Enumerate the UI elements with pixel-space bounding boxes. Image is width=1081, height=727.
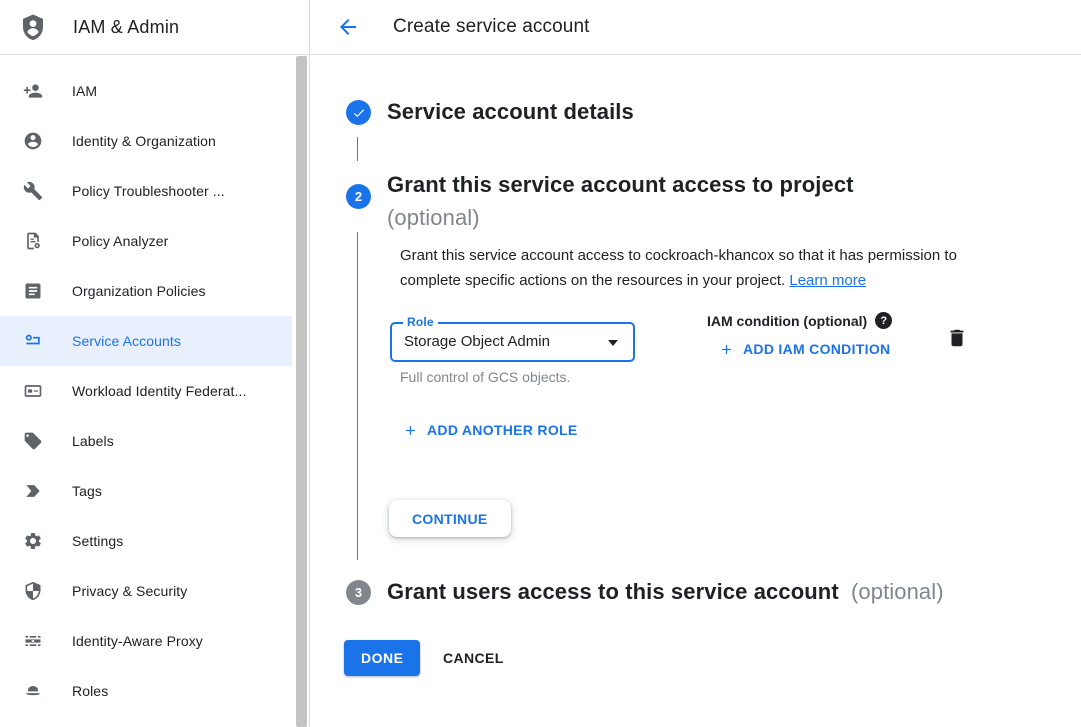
add-iam-condition-button[interactable]: ADD IAM CONDITION bbox=[719, 341, 890, 357]
sidebar-item-label: Organization Policies bbox=[72, 283, 206, 299]
sidebar-item-organization-policies[interactable]: Organization Policies bbox=[0, 266, 292, 316]
plus-icon bbox=[403, 423, 418, 438]
step1-title: Service account details bbox=[387, 99, 634, 125]
role-select[interactable]: Role Storage Object Admin bbox=[390, 322, 635, 362]
step2-number: 2 bbox=[355, 189, 362, 204]
sidebar-item-privacy-security[interactable]: Privacy & Security bbox=[0, 566, 292, 616]
sidebar-item-label: Tags bbox=[72, 483, 102, 499]
sidebar-item-policy-troubleshooter[interactable]: Policy Troubleshooter ... bbox=[0, 166, 292, 216]
page-header: Create service account bbox=[311, 0, 1081, 55]
sidebar-item-labels[interactable]: Labels bbox=[0, 416, 292, 466]
role-select-value: Storage Object Admin bbox=[404, 333, 550, 350]
badge-icon bbox=[23, 381, 43, 401]
article-icon bbox=[23, 281, 43, 301]
step2-description-text: Grant this service account access to coc… bbox=[400, 247, 957, 289]
person-add-icon bbox=[23, 81, 43, 101]
iam-condition-label: IAM condition (optional) bbox=[707, 313, 867, 329]
step3-optional-label: (optional) bbox=[851, 579, 944, 604]
step2-heading: Grant this service account access to pro… bbox=[387, 168, 854, 234]
continue-button[interactable]: CONTINUE bbox=[389, 500, 511, 537]
iap-icon bbox=[23, 631, 43, 651]
step3-number: 3 bbox=[355, 585, 362, 600]
gear-icon bbox=[23, 531, 43, 551]
service-account-icon bbox=[23, 331, 43, 351]
sidebar-item-label: Identity-Aware Proxy bbox=[72, 633, 203, 649]
step3-heading: Grant users access to this service accou… bbox=[387, 579, 944, 605]
sidebar-item-label: Privacy & Security bbox=[72, 583, 187, 599]
sidebar-item-identity-aware-proxy[interactable]: Identity-Aware Proxy bbox=[0, 616, 292, 666]
done-button[interactable]: DONE bbox=[344, 640, 420, 676]
sidebar-item-label: Settings bbox=[72, 533, 123, 549]
gcp-console-window: IAM & Admin IAM Identity & Organization … bbox=[0, 0, 1081, 727]
tag-arrow-icon bbox=[23, 481, 43, 501]
add-another-role-button[interactable]: ADD ANOTHER ROLE bbox=[403, 422, 578, 438]
step-connector bbox=[357, 232, 358, 560]
role-helper-text: Full control of GCS objects. bbox=[400, 369, 570, 385]
sidebar-item-policy-analyzer[interactable]: Policy Analyzer bbox=[0, 216, 292, 266]
sidebar-item-label: IAM bbox=[72, 83, 97, 99]
learn-more-link[interactable]: Learn more bbox=[789, 272, 866, 289]
roles-hat-icon bbox=[23, 681, 43, 701]
sidebar-item-label: Roles bbox=[72, 683, 108, 699]
sidebar-item-label: Policy Troubleshooter ... bbox=[72, 183, 225, 199]
step2-title: Grant this service account access to pro… bbox=[387, 168, 854, 201]
wrench-icon bbox=[23, 181, 43, 201]
plus-icon bbox=[719, 342, 734, 357]
iam-condition-label-row: IAM condition (optional) ? bbox=[707, 312, 892, 329]
dropdown-caret-icon bbox=[608, 340, 618, 346]
sidebar-scrollbar-thumb[interactable] bbox=[296, 56, 307, 727]
account-circle-icon bbox=[23, 131, 43, 151]
sidebar-header: IAM & Admin bbox=[0, 0, 309, 55]
iam-admin-shield-icon bbox=[18, 12, 48, 42]
trash-icon bbox=[946, 327, 968, 349]
sidebar-item-roles[interactable]: Roles bbox=[0, 666, 292, 716]
sidebar-item-label: Labels bbox=[72, 433, 114, 449]
sidebar-item-tags[interactable]: Tags bbox=[0, 466, 292, 516]
delete-role-button[interactable] bbox=[946, 327, 968, 352]
sidebar-item-label: Policy Analyzer bbox=[72, 233, 168, 249]
back-button[interactable] bbox=[336, 15, 360, 39]
add-iam-condition-label: ADD IAM CONDITION bbox=[743, 341, 890, 357]
step-connector bbox=[357, 137, 358, 161]
sidebar: IAM & Admin IAM Identity & Organization … bbox=[0, 0, 310, 727]
help-icon[interactable]: ? bbox=[875, 312, 892, 329]
role-select-label: Role bbox=[403, 315, 438, 329]
product-title: IAM & Admin bbox=[73, 17, 179, 38]
sidebar-item-settings[interactable]: Settings bbox=[0, 516, 292, 566]
security-shield-icon bbox=[23, 581, 43, 601]
step3-title: Grant users access to this service accou… bbox=[387, 579, 839, 604]
step3-number-badge: 3 bbox=[346, 580, 371, 605]
step1-completed-check-icon bbox=[346, 100, 371, 125]
sidebar-item-label: Workload Identity Federat... bbox=[72, 383, 247, 399]
label-tag-icon bbox=[23, 431, 43, 451]
cancel-button[interactable]: CANCEL bbox=[443, 640, 504, 676]
step2-number-badge: 2 bbox=[346, 184, 371, 209]
sidebar-item-workload-identity-federation[interactable]: Workload Identity Federat... bbox=[0, 366, 292, 416]
step2-description: Grant this service account access to coc… bbox=[400, 243, 980, 293]
policy-analyzer-icon bbox=[23, 231, 43, 251]
step2-optional-label: (optional) bbox=[387, 201, 854, 234]
sidebar-item-iam[interactable]: IAM bbox=[0, 66, 292, 116]
sidebar-item-label: Identity & Organization bbox=[72, 133, 216, 149]
sidebar-item-service-accounts[interactable]: Service Accounts bbox=[0, 316, 292, 366]
sidebar-nav: IAM Identity & Organization Policy Troub… bbox=[0, 66, 292, 716]
sidebar-item-label: Service Accounts bbox=[72, 333, 181, 349]
add-another-role-label: ADD ANOTHER ROLE bbox=[427, 422, 578, 438]
page-title: Create service account bbox=[393, 16, 590, 38]
sidebar-item-identity-organization[interactable]: Identity & Organization bbox=[0, 116, 292, 166]
